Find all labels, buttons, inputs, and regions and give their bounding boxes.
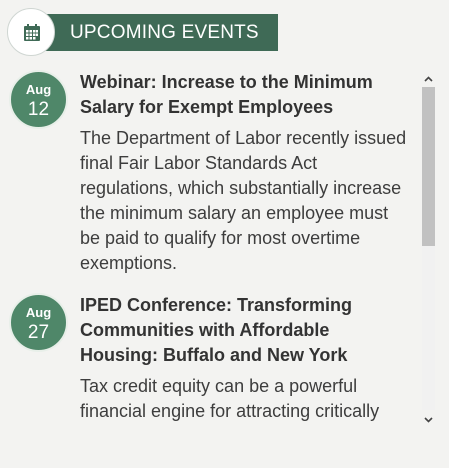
events-list: Aug 12 Webinar: Increase to the Minimum … xyxy=(0,70,420,427)
chevron-down-icon[interactable] xyxy=(421,413,436,427)
event-day: 12 xyxy=(27,99,50,120)
event-month: Aug xyxy=(25,305,52,320)
header-bar: UPCOMING EVENTS xyxy=(27,14,278,51)
scroll-thumb[interactable] xyxy=(422,87,435,246)
chevron-up-icon[interactable] xyxy=(421,72,436,86)
header-title: UPCOMING EVENTS xyxy=(70,22,259,43)
scroll-track[interactable] xyxy=(422,87,435,410)
event-date-badge: Aug 27 xyxy=(9,293,68,352)
event-description: Tax credit equity can be a powerful fina… xyxy=(80,376,380,427)
event-date-badge: Aug 12 xyxy=(9,70,68,129)
calendar-icon xyxy=(7,8,55,56)
event-description: The Department of Labor recently issued … xyxy=(80,128,407,273)
event-title-link[interactable]: IPED Conference: Transforming Communitie… xyxy=(80,293,410,368)
events-header: UPCOMING EVENTS xyxy=(7,8,279,60)
events-scrollbar[interactable] xyxy=(421,70,436,428)
event-title-link[interactable]: Webinar: Increase to the Minimum Salary … xyxy=(80,70,410,120)
event-month: Aug xyxy=(25,82,52,97)
event-day: 27 xyxy=(27,322,50,343)
calendar-icon-svg xyxy=(24,24,40,41)
upcoming-events-widget: UPCOMING EVENTS Aug 12 Webinar: Increase… xyxy=(0,0,449,468)
